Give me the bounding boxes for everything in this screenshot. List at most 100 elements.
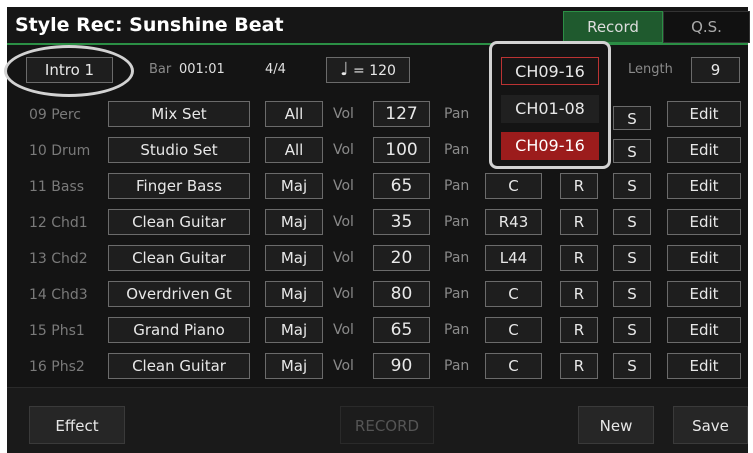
- pan-label: Pan: [444, 178, 470, 194]
- pan-field[interactable]: C: [485, 173, 542, 199]
- window-title: Style Rec: Sunshine Beat: [15, 14, 284, 36]
- track-row: 09 Perc Mix Set All Vol 127 Pan S Edit: [7, 97, 748, 133]
- pan-field[interactable]: C: [485, 317, 542, 343]
- volume-field[interactable]: 65: [373, 173, 430, 199]
- tab-record[interactable]: Record: [563, 11, 663, 43]
- pan-label: Pan: [444, 358, 470, 374]
- reverb-button[interactable]: R: [560, 281, 598, 307]
- edit-button[interactable]: Edit: [667, 137, 741, 163]
- mode-button[interactable]: Maj: [265, 173, 323, 199]
- new-button[interactable]: New: [578, 406, 654, 444]
- mode-button[interactable]: All: [265, 137, 323, 163]
- track-row: 15 Phs1 Grand Piano Maj Vol 65 Pan C R S…: [7, 313, 748, 349]
- volume-field[interactable]: 20: [373, 245, 430, 271]
- reverb-button[interactable]: R: [560, 173, 598, 199]
- bottom-bar: Effect RECORD New Save: [7, 387, 748, 453]
- vol-label: Vol: [333, 106, 354, 122]
- track-row: 11 Bass Finger Bass Maj Vol 65 Pan C R S…: [7, 169, 748, 205]
- time-signature: 4/4: [265, 62, 286, 77]
- vol-label: Vol: [333, 358, 354, 374]
- pan-field[interactable]: R43: [485, 209, 542, 235]
- reverb-button[interactable]: R: [560, 245, 598, 271]
- solo-button[interactable]: S: [613, 139, 651, 163]
- track-row: 16 Phs2 Clean Guitar Maj Vol 90 Pan C R …: [7, 349, 748, 385]
- volume-field[interactable]: 127: [373, 101, 430, 127]
- quarter-note-icon: ♩: [340, 59, 349, 80]
- track-name: 16 Phs2: [29, 359, 85, 375]
- pan-field[interactable]: C: [485, 353, 542, 379]
- tempo-value: = 120: [353, 63, 396, 79]
- bar-value: 001:01: [179, 62, 225, 77]
- mode-button[interactable]: Maj: [265, 209, 323, 235]
- pan-label: Pan: [444, 214, 470, 230]
- edit-button[interactable]: Edit: [667, 281, 741, 307]
- pan-field[interactable]: L44: [485, 245, 542, 271]
- pan-label: Pan: [444, 142, 470, 158]
- track-name: 14 Chd3: [29, 287, 88, 303]
- mode-button[interactable]: Maj: [265, 245, 323, 271]
- effect-button[interactable]: Effect: [29, 406, 125, 444]
- edit-button[interactable]: Edit: [667, 173, 741, 199]
- solo-button[interactable]: S: [613, 173, 651, 199]
- solo-button[interactable]: S: [613, 209, 651, 235]
- reverb-button[interactable]: R: [560, 209, 598, 235]
- channel-option-ch09-16[interactable]: CH09-16: [501, 132, 599, 160]
- mode-button[interactable]: Maj: [265, 281, 323, 307]
- edit-button[interactable]: Edit: [667, 209, 741, 235]
- channel-range-selector[interactable]: CH09-16: [501, 57, 599, 85]
- track-row: 14 Chd3 Overdriven Gt Maj Vol 80 Pan C R…: [7, 277, 748, 313]
- pan-label: Pan: [444, 106, 470, 122]
- voice-button[interactable]: Clean Guitar: [108, 245, 250, 271]
- channel-range-dropdown: CH09-16 CH01-08 CH09-16: [489, 41, 611, 169]
- edit-button[interactable]: Edit: [667, 101, 741, 127]
- voice-button[interactable]: Clean Guitar: [108, 353, 250, 379]
- save-button[interactable]: Save: [673, 406, 748, 444]
- voice-button[interactable]: Mix Set: [108, 101, 250, 127]
- pan-field[interactable]: C: [485, 281, 542, 307]
- pan-label: Pan: [444, 250, 470, 266]
- solo-button[interactable]: S: [613, 245, 651, 271]
- vol-label: Vol: [333, 250, 354, 266]
- tab-qs[interactable]: Q.S.: [663, 11, 750, 43]
- volume-field[interactable]: 90: [373, 353, 430, 379]
- voice-button[interactable]: Clean Guitar: [108, 209, 250, 235]
- highlight-oval: [4, 45, 134, 97]
- tempo-button[interactable]: ♩ = 120: [326, 57, 410, 83]
- title-bar: Style Rec: Sunshine Beat Record Q.S.: [7, 7, 750, 45]
- track-row: 12 Chd1 Clean Guitar Maj Vol 35 Pan R43 …: [7, 205, 748, 241]
- voice-button[interactable]: Grand Piano: [108, 317, 250, 343]
- mode-button[interactable]: Maj: [265, 353, 323, 379]
- volume-field[interactable]: 80: [373, 281, 430, 307]
- track-name: 10 Drum: [29, 143, 91, 159]
- edit-button[interactable]: Edit: [667, 353, 741, 379]
- solo-button[interactable]: S: [613, 317, 651, 343]
- pan-label: Pan: [444, 286, 470, 302]
- length-value-button[interactable]: 9: [691, 57, 740, 83]
- mode-button[interactable]: Maj: [265, 317, 323, 343]
- voice-button[interactable]: Overdriven Gt: [108, 281, 250, 307]
- volume-field[interactable]: 35: [373, 209, 430, 235]
- track-name: 15 Phs1: [29, 323, 85, 339]
- track-row: 13 Chd2 Clean Guitar Maj Vol 20 Pan L44 …: [7, 241, 748, 277]
- track-row: 10 Drum Studio Set All Vol 100 Pan S Edi…: [7, 133, 748, 169]
- voice-button[interactable]: Finger Bass: [108, 173, 250, 199]
- edit-button[interactable]: Edit: [667, 245, 741, 271]
- vol-label: Vol: [333, 322, 354, 338]
- vol-label: Vol: [333, 214, 354, 230]
- bar-label: Bar: [149, 62, 172, 77]
- pan-label: Pan: [444, 322, 470, 338]
- solo-button[interactable]: S: [613, 281, 651, 307]
- solo-button[interactable]: S: [613, 106, 651, 130]
- channel-option-ch01-08[interactable]: CH01-08: [501, 95, 599, 123]
- vol-label: Vol: [333, 142, 354, 158]
- length-label: Length: [628, 62, 673, 77]
- volume-field[interactable]: 100: [373, 137, 430, 163]
- edit-button[interactable]: Edit: [667, 317, 741, 343]
- reverb-button[interactable]: R: [560, 317, 598, 343]
- solo-button[interactable]: S: [613, 353, 651, 379]
- record-button[interactable]: RECORD: [340, 406, 434, 444]
- reverb-button[interactable]: R: [560, 353, 598, 379]
- volume-field[interactable]: 65: [373, 317, 430, 343]
- voice-button[interactable]: Studio Set: [108, 137, 250, 163]
- mode-button[interactable]: All: [265, 101, 323, 127]
